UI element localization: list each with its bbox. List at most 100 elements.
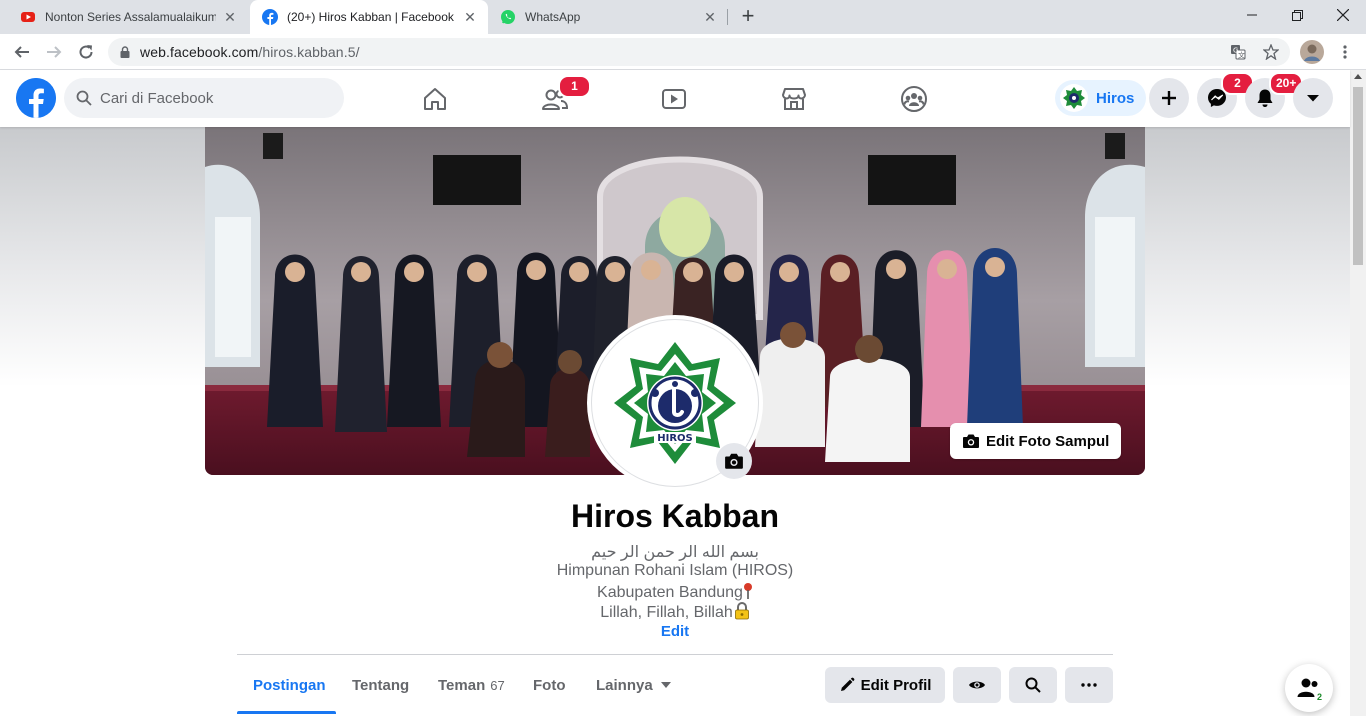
friends-count: 67 — [490, 677, 505, 693]
nav-friends[interactable]: 1 — [499, 70, 611, 127]
tab-friends-label: Teman — [438, 676, 486, 694]
tab-title: (20+) Hiros Kabban | Facebook — [287, 10, 454, 24]
edit-cover-label: Edit Foto Sampul — [986, 432, 1110, 450]
bio-line-basmalah: بسم الله الر حمن الر حيم — [591, 544, 759, 561]
caret-down-icon — [1307, 95, 1319, 102]
avatar — [1300, 40, 1324, 64]
browser-tab-series[interactable]: Nonton Series Assalamualaikum ✕ — [8, 0, 248, 34]
facebook-logo-icon[interactable] — [16, 78, 56, 118]
active-tab-indicator — [237, 711, 336, 714]
more-vertical-icon — [1343, 45, 1347, 59]
arrow-right-icon — [47, 46, 62, 58]
nav-watch[interactable] — [618, 70, 730, 127]
url-path: /hiros.kabban.5/ — [258, 44, 360, 60]
facebook-icon — [262, 9, 278, 25]
facebook-header: 1 H — [0, 70, 1350, 127]
nav-marketplace[interactable] — [738, 70, 850, 127]
nav-home[interactable] — [379, 70, 491, 127]
facebook-search[interactable] — [64, 78, 344, 118]
restore-button[interactable] — [1274, 0, 1320, 30]
marketplace-icon — [782, 87, 806, 110]
tab-title: WhatsApp — [525, 10, 581, 24]
browser-toolbar: web.facebook.com/hiros.kabban.5/ G 文 — [0, 34, 1366, 70]
messenger-button[interactable]: 2 — [1197, 72, 1254, 118]
facebook-f-icon — [16, 78, 56, 118]
notifications-button[interactable]: 20+ — [1245, 72, 1304, 118]
pushpin-icon — [743, 583, 752, 599]
bio-motto-text: Lillah, Fillah, Billah — [600, 604, 733, 621]
scroll-thumb[interactable] — [1353, 87, 1363, 265]
address-bar[interactable]: web.facebook.com/hiros.kabban.5/ G 文 — [108, 38, 1290, 66]
browser-menu-button[interactable] — [1331, 38, 1359, 66]
browser-profile-avatar[interactable] — [1298, 38, 1326, 66]
account-menu-button[interactable] — [1293, 78, 1333, 118]
reload-button[interactable] — [72, 38, 100, 66]
more-options-button[interactable] — [1065, 667, 1113, 703]
nav-groups[interactable] — [858, 70, 970, 127]
bookmark-button[interactable] — [1263, 38, 1279, 66]
camera-icon — [963, 434, 979, 448]
bio-line-org: Himpunan Rohani Islam (HIROS) — [556, 562, 794, 579]
plus-icon — [1162, 91, 1176, 105]
update-profile-picture-button[interactable] — [716, 443, 752, 479]
home-icon — [424, 87, 446, 110]
bio-line-motto: Lillah, Fillah, Billah — [0, 602, 1350, 622]
browser-tab-whatsapp[interactable]: WhatsApp ✕ — [488, 0, 728, 34]
friends-badge: 1 — [558, 75, 591, 98]
edit-profile-button[interactable]: Edit Profil — [825, 667, 945, 703]
close-icon[interactable]: ✕ — [462, 9, 478, 25]
close-icon — [1337, 9, 1349, 21]
tab-friends[interactable]: Teman 67 — [422, 662, 521, 708]
bio-line-location: Kabupaten Bandung — [0, 582, 1350, 602]
browser-tab-facebook[interactable]: (20+) Hiros Kabban | Facebook ✕ — [250, 0, 488, 34]
minimize-icon — [1247, 14, 1257, 16]
tab-photos-label: Foto — [533, 676, 566, 694]
page-scrollbar[interactable] — [1350, 70, 1366, 716]
translate-button[interactable]: G 文 — [1230, 38, 1246, 66]
tab-more[interactable]: Lainnya — [580, 662, 687, 708]
search-profile-button[interactable] — [1009, 667, 1057, 703]
tab-photos[interactable]: Foto — [517, 662, 581, 708]
search-icon — [1025, 677, 1041, 693]
view-as-button[interactable] — [953, 667, 1001, 703]
scroll-up-arrow[interactable] — [1354, 74, 1362, 79]
caret-down-icon — [660, 682, 671, 688]
svg-text:文: 文 — [1238, 51, 1245, 60]
browser-tab-strip: Nonton Series Assalamualaikum ✕ (20+) Hi… — [0, 0, 1366, 34]
close-window-button[interactable] — [1320, 0, 1366, 30]
tab-about[interactable]: Tentang — [336, 662, 425, 708]
video-icon — [662, 88, 686, 109]
close-icon[interactable]: ✕ — [702, 9, 718, 25]
lock-icon — [734, 602, 749, 620]
bio-location-text: Kabupaten Bandung — [597, 584, 743, 601]
profile-divider — [237, 654, 1113, 655]
restore-icon — [1291, 9, 1303, 21]
whatsapp-icon — [501, 10, 515, 24]
url-text: web.facebook.com/hiros.kabban.5/ — [140, 44, 360, 60]
star-icon — [1263, 44, 1279, 60]
profile-name: Hiros Kabban — [570, 498, 780, 534]
edit-profile-label: Edit Profil — [860, 676, 932, 694]
camera-icon — [725, 453, 743, 469]
create-button[interactable] — [1149, 78, 1189, 118]
close-icon[interactable]: ✕ — [222, 9, 238, 25]
minimize-button[interactable] — [1229, 0, 1275, 30]
new-tab-button[interactable]: + — [736, 5, 760, 29]
arrow-left-icon — [14, 46, 29, 58]
forward-button[interactable] — [40, 38, 68, 66]
pencil-icon — [840, 677, 854, 691]
back-button[interactable] — [8, 38, 36, 66]
new-message-contacts-button[interactable]: 2 — [1285, 664, 1333, 712]
hiros-logo-icon — [1063, 87, 1085, 109]
fab-count: 2 — [1315, 692, 1323, 702]
profile-chip[interactable]: Hiros — [1055, 80, 1147, 116]
translate-icon: G 文 — [1231, 45, 1246, 60]
youtube-icon — [21, 12, 35, 22]
reload-icon — [79, 45, 93, 59]
tab-posts[interactable]: Postingan — [237, 662, 342, 708]
search-input[interactable] — [100, 89, 320, 107]
edit-cover-photo-button[interactable]: Edit Foto Sampul — [950, 423, 1122, 459]
tab-separator — [727, 9, 728, 25]
tab-posts-label: Postingan — [253, 676, 326, 694]
edit-bio-link[interactable]: Edit — [0, 623, 1350, 640]
